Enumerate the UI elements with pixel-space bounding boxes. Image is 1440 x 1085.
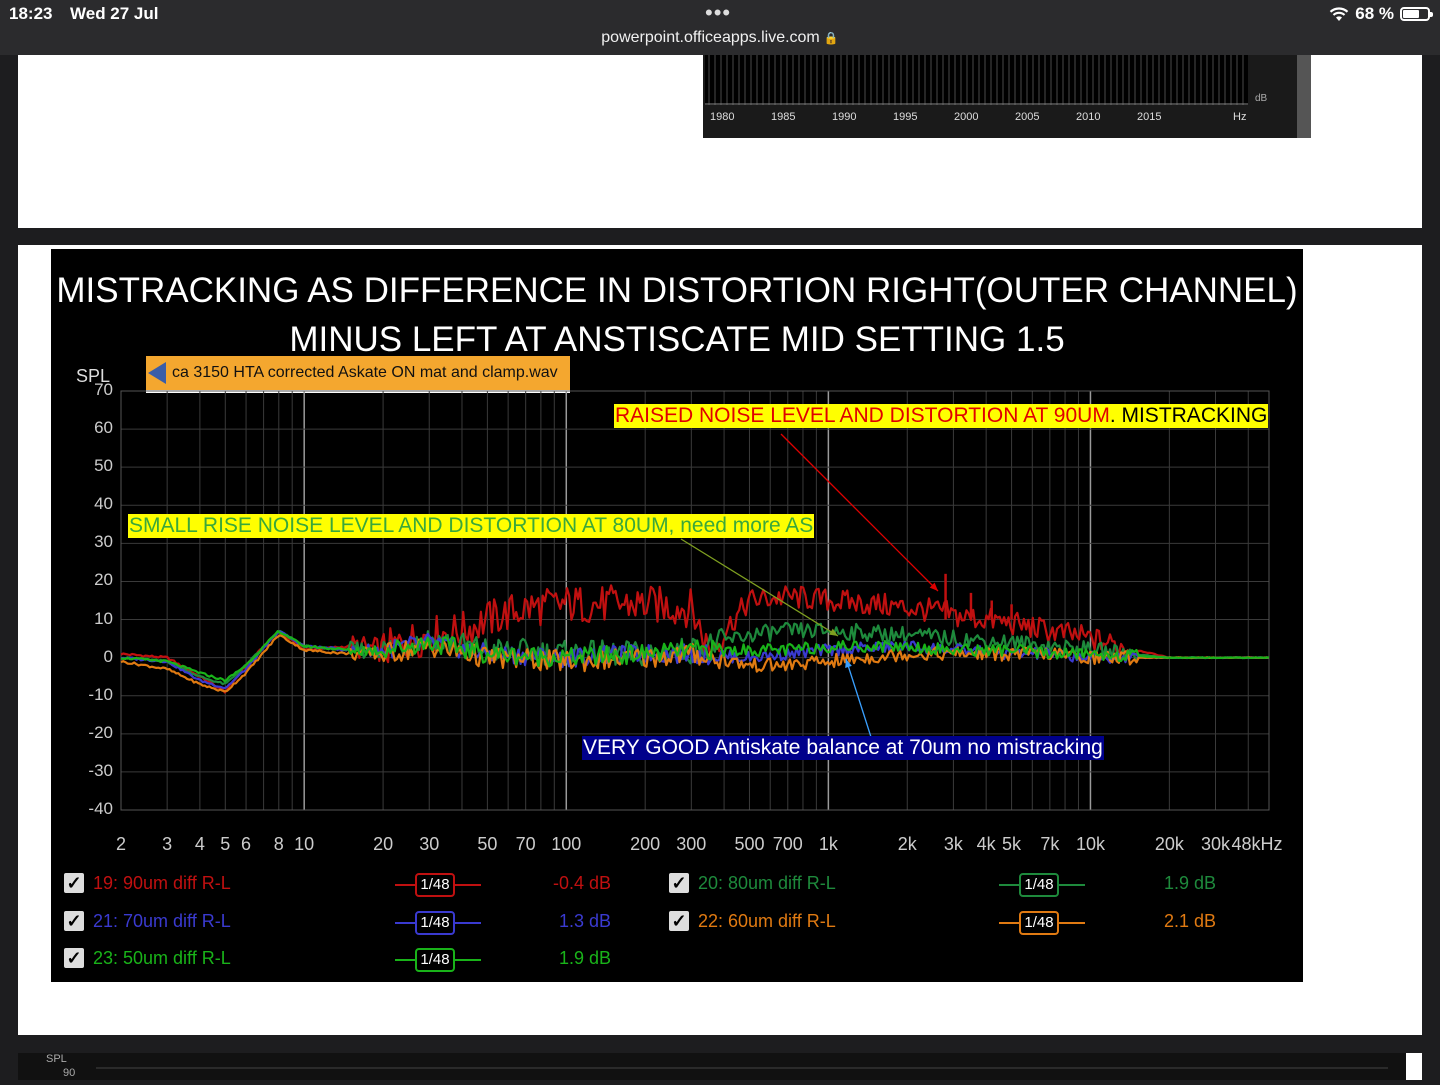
slide3-edge <box>1406 1053 1422 1080</box>
y-tick-label: -40 <box>88 799 113 818</box>
arrow-very-good <box>845 658 872 738</box>
more-dots-icon[interactable]: ••• <box>705 0 731 26</box>
legend-series-name: 23: 50um diff R-L <box>93 948 231 968</box>
mini-chart-plot <box>705 55 1248 105</box>
x-tick-label: 50 <box>477 834 498 854</box>
x-tick-label: 20k <box>1154 834 1184 854</box>
slide3-tick: 90 <box>63 1067 75 1079</box>
y-tick-label: -30 <box>88 760 113 780</box>
status-time: 18:23 <box>9 4 53 23</box>
y-tick-label: 0 <box>103 646 113 666</box>
status-bar: 18:23 Wed 27 Jul ••• powerpoint.officeap… <box>0 0 1440 55</box>
arrow-raised <box>780 433 939 592</box>
status-right: 68 % <box>1329 4 1433 24</box>
smoothing-button[interactable]: 1/48 <box>1019 873 1059 897</box>
y-tick-label: 10 <box>94 608 113 628</box>
mini-chart-unit: Hz <box>1233 111 1247 123</box>
x-tick-label: 3 <box>162 834 173 854</box>
y-tick-label: 40 <box>94 494 113 514</box>
legend-checkbox[interactable]: ✓ <box>669 873 689 893</box>
x-tick-label: 30 <box>419 834 440 854</box>
x-tick-label: 700 <box>772 834 803 854</box>
slide-thumbnail-1[interactable]: dB Hz 1980 1985 1990 1995 2000 2005 2010 2015 <box>18 55 1422 228</box>
x-tick-label: 100 <box>551 834 582 854</box>
y-tick-label: 30 <box>94 532 113 552</box>
legend-level-value: 2.1 dB <box>1163 910 1216 931</box>
x-tick-label: 500 <box>734 834 765 854</box>
x-tick-label: 2k <box>897 834 917 854</box>
battery-icon <box>1400 7 1433 21</box>
legend-level-value: 1.3 dB <box>558 910 611 931</box>
x-tick-label: 300 <box>676 834 707 854</box>
x-tick-label: 5k <box>1002 834 1022 854</box>
x-tick-label: 20 <box>373 834 394 854</box>
slide3-chart-preview: SPL 90 <box>46 1053 1388 1079</box>
slide3-spl-label: SPL <box>46 1053 67 1065</box>
x-tick-label: 48kHz <box>1231 834 1283 854</box>
y-tick-label: -20 <box>88 722 113 742</box>
mini-chart-year-tick: 1995 <box>893 111 918 123</box>
annotation-raised-black: . MISTRACKING <box>1109 404 1268 427</box>
mini-chart-year-tick: 1985 <box>771 111 796 123</box>
distortion-chart: MISTRACKING AS DIFFERENCE IN DISTORTION … <box>51 249 1303 982</box>
y-tick-label: 60 <box>94 418 113 438</box>
x-tick-label: 8 <box>273 834 284 854</box>
y-tick-label: 20 <box>94 570 113 590</box>
x-tick-label: 70 <box>515 834 536 854</box>
slide-thumbnail-3[interactable]: SPL 90 <box>18 1053 1422 1080</box>
status-date: Wed 27 Jul <box>70 4 159 23</box>
mini-chart-year-tick: 2005 <box>1015 111 1040 123</box>
annotation-small-rise: SMALL RISE NOISE LEVEL AND DISTORTION AT… <box>128 514 815 538</box>
x-tick-label: 4 <box>194 834 205 854</box>
legend-series-name: 21: 70um diff R-L <box>93 910 231 931</box>
plot-area <box>120 390 1270 811</box>
x-tick-label: 2 <box>115 834 127 854</box>
lock-icon: 🔒 <box>823 31 839 45</box>
legend-series-name: 19: 90um diff R-L <box>93 873 231 893</box>
arrow-small-rise <box>680 538 839 637</box>
legend-level-value: -0.4 dB <box>552 873 611 893</box>
wifi-icon <box>1330 6 1349 21</box>
legend-level-value: 1.9 dB <box>558 948 611 968</box>
url-text: powerpoint.officeapps.live.com <box>601 29 820 46</box>
mini-chart-year-tick: 1980 <box>710 111 735 123</box>
x-tick-label: 200 <box>630 834 661 854</box>
mini-chart-year-tick: 2000 <box>954 111 979 123</box>
mini-chart-year-tick: 1990 <box>832 111 857 123</box>
x-tick-label: 3k <box>943 834 963 854</box>
x-tick-label: 10k <box>1075 834 1105 854</box>
battery-percent: 68 % <box>1355 4 1394 23</box>
legend-checkbox[interactable]: ✓ <box>64 873 84 893</box>
annotation-very-good: VERY GOOD Antiskate balance at 70um no m… <box>582 736 1104 760</box>
smoothing-button[interactable]: 1/48 <box>415 873 455 897</box>
x-tick-label: 6 <box>241 834 252 854</box>
y-tick-label: 70 <box>94 380 113 399</box>
y-tick-label: 50 <box>94 456 113 476</box>
legend-level-value: 1.9 dB <box>1163 873 1216 893</box>
y-tick-label: -10 <box>88 684 113 704</box>
x-tick-label: 10 <box>294 834 315 854</box>
x-tick-label: 4k <box>976 834 996 854</box>
legend-series-name: 22: 60um diff R-L <box>698 910 836 931</box>
annotation-raised-red: RAISED NOISE LEVEL AND DISTORTION AT 90U… <box>615 404 1110 427</box>
legend-checkbox[interactable]: ✓ <box>669 910 689 931</box>
legend-checkbox[interactable]: ✓ <box>64 948 84 968</box>
legend-series-name: 20: 80um diff R-L <box>698 873 836 893</box>
smoothing-button[interactable]: 1/48 <box>1019 910 1059 935</box>
x-tick-label: 30k <box>1200 834 1231 854</box>
mini-chart-scrollbar[interactable] <box>1297 55 1311 138</box>
mini-chart-year-tick: 2010 <box>1076 111 1101 123</box>
smoothing-button[interactable]: 1/48 <box>415 910 455 935</box>
address-bar[interactable]: powerpoint.officeapps.live.com 🔒 <box>0 29 1440 47</box>
mini-chart: dB Hz 1980 1985 1990 1995 2000 2005 2010 2015 <box>703 55 1311 138</box>
mini-chart-year-tick: 2015 <box>1137 111 1162 123</box>
mini-chart-db-label: dB <box>1255 93 1268 104</box>
x-tick-label: 1k <box>818 834 838 854</box>
legend-checkbox[interactable]: ✓ <box>64 910 84 931</box>
x-tick-label: 5 <box>220 834 231 854</box>
x-tick-label: 7k <box>1040 834 1060 854</box>
annotation-raised-noise: RAISED NOISE LEVEL AND DISTORTION AT 90U… <box>614 404 1269 428</box>
smoothing-button[interactable]: 1/48 <box>415 948 455 972</box>
